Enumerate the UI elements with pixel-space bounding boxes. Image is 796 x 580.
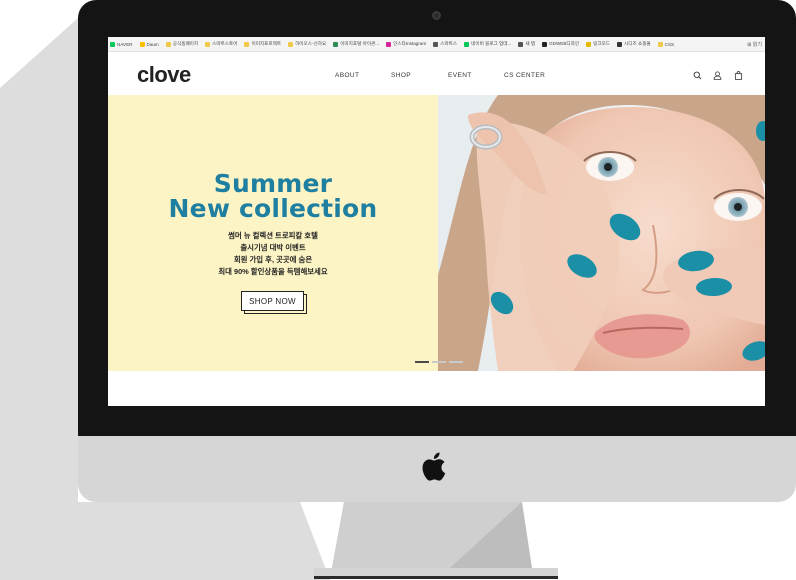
bookmark-item[interactable]: 인스타Instagram bbox=[386, 41, 426, 47]
nav-shop[interactable]: SHOP bbox=[391, 72, 411, 79]
hero-text-panel: Summer New collection 썸머 뉴 컬렉션 트로피칼 호텔 출… bbox=[108, 95, 438, 371]
naver-icon bbox=[464, 41, 470, 47]
bookmark-item[interactable]: CSS bbox=[657, 41, 675, 47]
folder-icon bbox=[165, 41, 171, 47]
hero-model-image bbox=[438, 95, 765, 371]
bookmark-label: 스마트스 bbox=[440, 41, 458, 46]
daum-icon bbox=[139, 41, 145, 47]
nav-about[interactable]: ABOUT bbox=[335, 72, 359, 79]
slider-dot[interactable] bbox=[449, 361, 463, 363]
bookmark-item[interactable]: 이미지프로젝트 bbox=[244, 41, 281, 47]
bookmark-label: 스마트스토어 bbox=[212, 41, 238, 46]
globe-icon bbox=[433, 41, 439, 47]
bookmark-label: 인스타Instagram bbox=[393, 41, 427, 46]
search-icon[interactable] bbox=[693, 71, 702, 80]
bookmark-item[interactable]: 공식홈페이지 bbox=[165, 41, 199, 47]
hero-subtitle-line1: 썸머 뉴 컬렉션 트로피칼 호텔 bbox=[228, 231, 318, 240]
nav-event[interactable]: EVENT bbox=[448, 72, 472, 79]
slider-pagination bbox=[415, 361, 463, 363]
bookmark-label: GDWEB디자인 bbox=[549, 41, 580, 46]
nav-cs-center[interactable]: CS CENTER bbox=[504, 72, 545, 79]
shop-now-button[interactable]: SHOP NOW bbox=[241, 291, 304, 311]
hero-title-line2: New collection bbox=[168, 194, 378, 223]
bookmark-item[interactable]: NAVER bbox=[110, 41, 133, 47]
shop-icon bbox=[617, 41, 623, 47]
globe-icon bbox=[518, 41, 524, 47]
monitor-screen: NAVER Daum 공식홈페이지 스마트스토어 이미지프로젝트 하이오스-선하요 이미지포… bbox=[108, 37, 765, 406]
site-header: clove ABOUT SHOP EVENT CS CENTER bbox=[108, 52, 765, 95]
bookmark-item[interactable]: 스마트스토어 bbox=[205, 41, 237, 47]
bookmark-item[interactable]: 이미지포털 아이콘... bbox=[333, 41, 379, 47]
bookmark-label: 네이버 블로그 업데... bbox=[471, 41, 512, 46]
bookmarks-bar: NAVER Daum 공식홈페이지 스마트스토어 이미지프로젝트 하이오스-선하요 이미지포… bbox=[108, 37, 765, 52]
bookmark-label: 링크모드 bbox=[593, 41, 611, 46]
folder-icon bbox=[205, 41, 211, 47]
folder-icon bbox=[288, 41, 294, 47]
instagram-icon bbox=[386, 41, 392, 47]
bookmark-label: 하이오스-선하요 bbox=[295, 41, 327, 46]
bookmark-label: Daum bbox=[146, 41, 159, 47]
hero-slider: Summer New collection 썸머 뉴 컬렉션 트로피칼 호텔 출… bbox=[108, 95, 765, 371]
bookmark-item[interactable]: 시디즈 쇼핑몰 bbox=[617, 41, 651, 47]
bookmark-label: 새 탭 bbox=[525, 41, 536, 46]
bookmark-item[interactable]: 하이오스-선하요 bbox=[288, 41, 326, 47]
bookmark-label: 이미지포털 아이콘... bbox=[340, 41, 380, 46]
hero-subtitle-line3: 회원 가입 후, 곳곳에 숨은 bbox=[233, 255, 313, 264]
monitor-stand bbox=[314, 502, 558, 579]
slider-dot[interactable] bbox=[432, 361, 446, 363]
bookmark-item[interactable]: 네이버 블로그 업데... bbox=[464, 41, 511, 47]
globe-icon bbox=[333, 41, 339, 47]
site-logo[interactable]: clove bbox=[137, 62, 191, 88]
shopping-bag-icon[interactable] bbox=[734, 71, 743, 80]
bookmark-item[interactable]: Daum bbox=[139, 41, 159, 47]
gdweb-icon bbox=[542, 41, 548, 47]
bookmark-item[interactable]: 새 탭 bbox=[518, 41, 535, 47]
bookmark-label: 공식홈페이지 bbox=[172, 41, 199, 46]
bookmark-item[interactable]: GDWEB디자인 bbox=[542, 41, 579, 47]
bookmark-item[interactable]: 스마트스 bbox=[433, 41, 457, 47]
bookmark-label: 이미지프로젝트 bbox=[251, 41, 282, 46]
folder-icon bbox=[657, 41, 663, 47]
user-icon[interactable] bbox=[713, 71, 722, 80]
bookmark-label: 시디즈 쇼핑몰 bbox=[624, 41, 651, 46]
bookmark-label: CSS bbox=[664, 41, 675, 47]
bookmark-label: NAVER bbox=[117, 41, 133, 47]
naver-icon bbox=[110, 41, 115, 47]
link-icon bbox=[586, 41, 592, 47]
hero-subtitle-line4: 최대 90% 할인상품을 득템해보세요 bbox=[218, 267, 328, 276]
apple-logo-icon bbox=[422, 452, 446, 481]
bookmark-item[interactable]: 링크모드 bbox=[586, 41, 610, 47]
folder-icon bbox=[244, 41, 250, 47]
reading-list-button[interactable]: ⊞ 읽기 bbox=[744, 41, 762, 48]
slider-dot[interactable] bbox=[415, 361, 429, 363]
camera-icon bbox=[432, 11, 441, 20]
hero-subtitle-line2: 출시기념 대박 이벤트 bbox=[240, 243, 306, 252]
